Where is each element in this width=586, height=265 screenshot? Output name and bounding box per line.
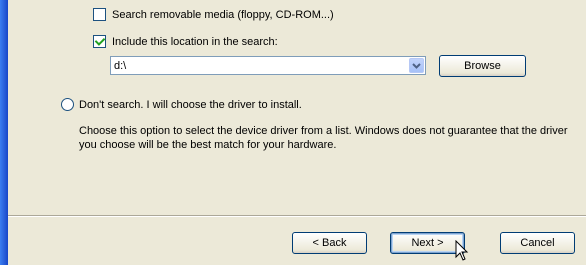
footer-separator [8, 215, 586, 217]
next-button[interactable]: Next > [390, 232, 465, 254]
combo-dropdown-button[interactable] [409, 58, 424, 73]
dont-search-label: Don't search. I will choose the driver t… [79, 98, 302, 111]
include-location-checkbox[interactable] [93, 35, 106, 48]
include-location-label: Include this location in the search: [112, 35, 278, 48]
dont-search-radio[interactable] [61, 98, 74, 111]
browse-button[interactable]: Browse [439, 55, 526, 77]
search-removable-label: Search removable media (floppy, CD-ROM..… [112, 8, 334, 21]
dont-search-description: Choose this option to select the device … [79, 125, 568, 151]
chevron-down-icon [412, 62, 421, 69]
search-removable-checkbox[interactable] [93, 8, 106, 21]
wizard-left-bar [0, 0, 8, 265]
location-value[interactable]: d:\ [114, 60, 126, 72]
search-removable-media-option[interactable]: Search removable media (floppy, CD-ROM..… [93, 8, 334, 21]
location-combo[interactable]: d:\ [110, 56, 426, 75]
cancel-button[interactable]: Cancel [500, 232, 575, 254]
back-button[interactable]: < Back [292, 232, 367, 254]
mouse-pointer-icon [455, 240, 469, 261]
dont-search-option[interactable]: Don't search. I will choose the driver t… [61, 98, 302, 111]
include-location-option[interactable]: Include this location in the search: [93, 35, 278, 48]
